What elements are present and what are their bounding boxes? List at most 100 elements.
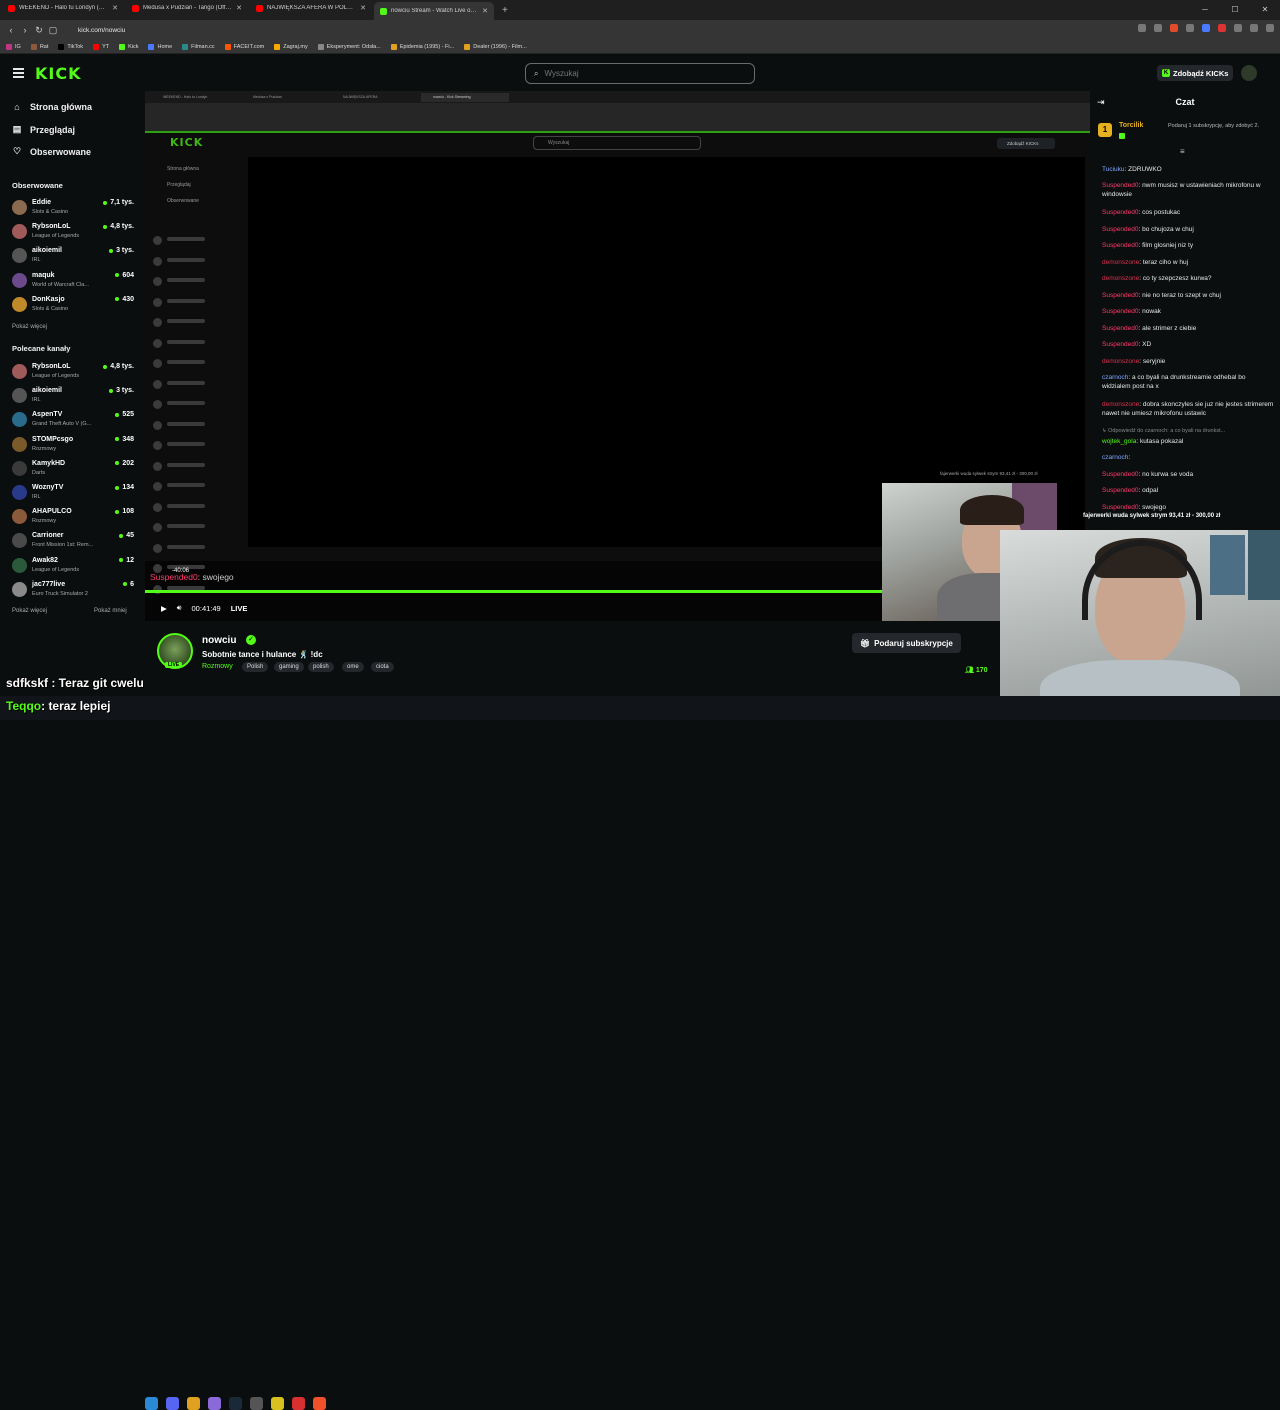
- download-icon[interactable]: [1250, 24, 1258, 32]
- chat-username[interactable]: demonszone: [1102, 259, 1139, 266]
- chat-username[interactable]: Suspended0: [1102, 292, 1139, 299]
- chat-message[interactable]: ↳ Odpowiedź do czarnoch: a co byali na d…: [1102, 427, 1274, 436]
- hamburger-menu-icon[interactable]: [13, 68, 24, 78]
- menu-icon[interactable]: [1266, 24, 1274, 32]
- forward-icon[interactable]: ›: [18, 25, 32, 35]
- channel-item[interactable]: DonKasjo Slots & Casino 430: [12, 294, 134, 316]
- extension-icon[interactable]: [1202, 24, 1210, 32]
- chat-username[interactable]: Suspended0: [1102, 504, 1139, 511]
- browser-tab[interactable]: NAJWIĘKSZA AFERA W POLSKIM E-S... ✕: [250, 0, 372, 16]
- chat-username[interactable]: Suspended0: [1102, 341, 1139, 348]
- channel-item[interactable]: RybsonLoL League of Legends 4,8 tys.: [12, 361, 134, 383]
- stream-category[interactable]: Rozmowy: [202, 663, 233, 670]
- obs-icon[interactable]: [292, 1397, 305, 1410]
- chat-message[interactable]: Suspended0: cos postukac: [1102, 208, 1274, 217]
- app-icon[interactable]: [271, 1397, 284, 1410]
- extension-icon[interactable]: [1234, 24, 1242, 32]
- channel-item[interactable]: aikoiemil IRL 3 tys.: [12, 385, 134, 407]
- extension-icon[interactable]: [1186, 24, 1194, 32]
- chat-username[interactable]: Suspended0: [1102, 226, 1139, 233]
- followed-show-more[interactable]: Pokaż więcej: [12, 324, 47, 330]
- bookmark-item[interactable]: Home: [148, 43, 172, 50]
- brave-icon[interactable]: [313, 1397, 326, 1410]
- channel-item[interactable]: Awak82 League of Legends 12: [12, 555, 134, 577]
- chevron-down-icon[interactable]: ≡: [1180, 147, 1185, 156]
- chat-username[interactable]: Tuciuku: [1102, 166, 1125, 173]
- bookmark-item[interactable]: Dealer (1996) - Film...: [464, 43, 527, 50]
- chat-message[interactable]: demonszone: teraz ciho w huj: [1102, 258, 1274, 267]
- reload-icon[interactable]: ↻: [32, 25, 46, 36]
- channel-item[interactable]: Carrioner Front Mission 1st: Rem... 45: [12, 530, 134, 552]
- channel-item[interactable]: maquk World of Warcraft Cla... 604: [12, 270, 134, 292]
- bookmark-item[interactable]: Eksperyment: Odsła...: [317, 43, 381, 50]
- chat-username[interactable]: czarnoch: [1102, 374, 1128, 381]
- bookmark-item[interactable]: Rat: [30, 43, 48, 50]
- chat-message[interactable]: Suspended0: swojego: [1102, 503, 1274, 512]
- chat-username[interactable]: Suspended0: [1102, 182, 1139, 189]
- chat-username[interactable]: wojtek_gola: [1102, 438, 1136, 445]
- chat-message[interactable]: Suspended0: nwm musisz w ustawieniach mi…: [1102, 181, 1274, 199]
- chat-message[interactable]: Suspended0: no kurwa se voda: [1102, 470, 1274, 479]
- bookmark-item[interactable]: Filman.cc: [182, 43, 215, 50]
- bookmark-item[interactable]: FACEIT.com: [224, 43, 264, 50]
- extension-icon[interactable]: [1154, 24, 1162, 32]
- url-field[interactable]: kick.com/nowciu: [78, 27, 125, 34]
- chat-username[interactable]: Suspended0: [1102, 308, 1139, 315]
- chat-username[interactable]: Suspended0: [1102, 487, 1139, 494]
- new-tab-button[interactable]: +: [502, 5, 508, 16]
- nav-following[interactable]: ♡ Obserwowane: [12, 146, 91, 157]
- live-indicator[interactable]: LIVE: [231, 604, 248, 613]
- volume-icon[interactable]: 🔊︎: [177, 603, 182, 613]
- chat-message[interactable]: Tuciuku: ZDRUWKO: [1102, 165, 1274, 174]
- channel-item[interactable]: RybsonLoL League of Legends 4,8 tys.: [12, 221, 134, 243]
- get-kicks-button[interactable]: K Zdobądź KICKs: [1157, 65, 1234, 81]
- pinned-message[interactable]: 1 Torcilik Podaruj 1 subskrypcję, aby zd…: [1098, 119, 1276, 149]
- stream-tag[interactable]: gaming: [274, 662, 304, 672]
- chat-message[interactable]: Suspended0: ale strimer z ciebie: [1102, 324, 1274, 333]
- stream-tag[interactable]: ome: [342, 662, 364, 672]
- bookmark-item[interactable]: YT: [93, 43, 109, 50]
- stream-tag[interactable]: polish: [308, 662, 334, 672]
- bookmark-item[interactable]: Zagraj.my: [274, 43, 308, 50]
- bookmark-item[interactable]: TikTok: [58, 43, 83, 50]
- chat-username[interactable]: Suspended0: [1102, 471, 1139, 478]
- chat-message[interactable]: Suspended0: nowak: [1102, 307, 1274, 316]
- channel-item[interactable]: STOMPcsgo Rozmowy 348: [12, 434, 134, 456]
- channel-item[interactable]: AHAPULCO Rozmowy 108: [12, 506, 134, 528]
- app-icon[interactable]: [208, 1397, 221, 1410]
- channel-item[interactable]: WoznyTV IRL 134: [12, 482, 134, 504]
- extension-icon[interactable]: [1218, 24, 1226, 32]
- chat-message[interactable]: Suspended0: odpal: [1102, 486, 1274, 495]
- chat-message[interactable]: demonszone: seryjnie: [1102, 357, 1274, 366]
- channel-item[interactable]: Eddie Slots & Casino 7,1 tys.: [12, 197, 134, 219]
- chat-username[interactable]: Suspended0: [1102, 325, 1139, 332]
- streamer-name[interactable]: nowciu: [202, 635, 236, 646]
- search-box[interactable]: ⌕: [525, 63, 755, 84]
- browser-tab[interactable]: nowciu Stream - Watch Live on Kick ✕: [374, 2, 494, 20]
- tab-close-icon[interactable]: ✕: [360, 4, 366, 12]
- chat-message[interactable]: Suspended0: nie no teraz to szept w chuj: [1102, 291, 1274, 300]
- chat-message[interactable]: demonszone: dobra skonczyles sie juz nie…: [1102, 400, 1274, 418]
- gift-subscription-button[interactable]: 🎁︎ Podaruj subskrypcje: [852, 633, 961, 653]
- chat-username[interactable]: czarnoch: [1102, 454, 1128, 461]
- kick-logo[interactable]: KICK: [35, 64, 82, 83]
- chat-message[interactable]: czarnoch: a co byali na drunkstreamie od…: [1102, 373, 1274, 391]
- chat-message[interactable]: wojtek_gola: kutasa pokazal: [1102, 437, 1274, 446]
- tab-close-icon[interactable]: ✕: [112, 4, 118, 12]
- explorer-icon[interactable]: [145, 1397, 158, 1410]
- app-icon[interactable]: [250, 1397, 263, 1410]
- channel-item[interactable]: aikoiemil IRL 3 tys.: [12, 245, 134, 267]
- chat-username[interactable]: Suspended0: [1102, 209, 1139, 216]
- chat-message[interactable]: Suspended0: bo chujoza w chuj: [1102, 225, 1274, 234]
- channel-item[interactable]: jac777live Euro Truck Simulator 2 6: [12, 579, 134, 601]
- play-icon[interactable]: ▶: [161, 604, 167, 613]
- chat-message[interactable]: demonszone: co ty szepczesz kurwa?: [1102, 274, 1274, 283]
- steam-icon[interactable]: [229, 1397, 242, 1410]
- discord-icon[interactable]: [166, 1397, 179, 1410]
- bookmark-icon[interactable]: ▢: [46, 25, 60, 36]
- tab-close-icon[interactable]: ✕: [236, 4, 242, 12]
- extension-icon[interactable]: [1138, 24, 1146, 32]
- back-icon[interactable]: ‹: [4, 25, 18, 35]
- bookmark-item[interactable]: IG: [6, 43, 21, 50]
- search-input[interactable]: [544, 69, 735, 78]
